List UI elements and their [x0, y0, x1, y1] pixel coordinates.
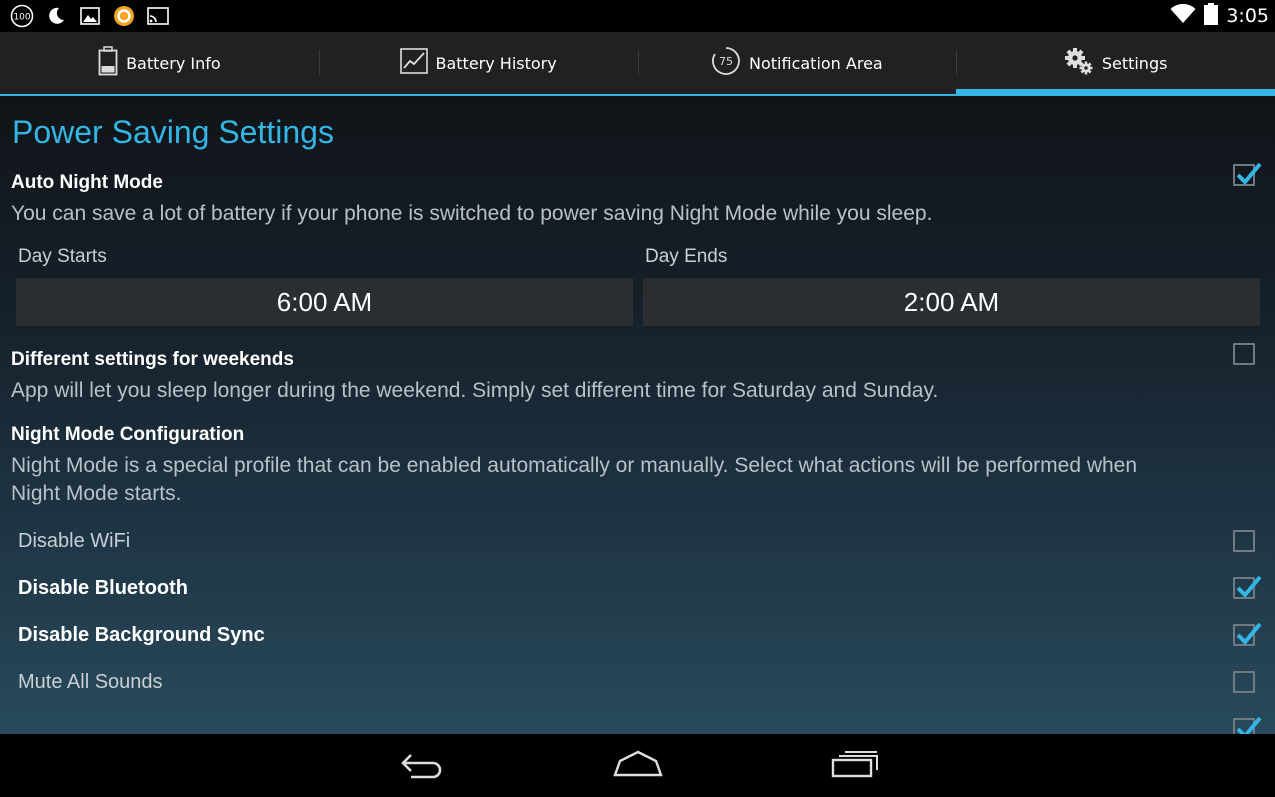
status-bar: 100 3:05 — [0, 0, 1275, 32]
system-icons: 3:05 — [1170, 3, 1269, 29]
recent-apps-button[interactable] — [825, 748, 885, 784]
tab-label: Settings — [1101, 53, 1168, 73]
cast-icon — [146, 4, 170, 28]
back-button[interactable] — [392, 748, 452, 784]
day-starts-label: Day Starts — [18, 246, 107, 267]
action-disable-bluetooth-checkbox[interactable] — [1233, 575, 1262, 599]
back-icon — [397, 749, 447, 783]
day-ends-button[interactable]: 2:00 AM — [643, 278, 1260, 328]
action-disable-sync-checkbox[interactable] — [1233, 622, 1262, 646]
auto-night-mode-summary: You can save a lot of battery if your ph… — [11, 202, 933, 225]
partial-row-checkbox[interactable] — [1233, 716, 1262, 734]
weekends-title: Different settings for weekends — [11, 349, 294, 370]
moon-icon — [44, 4, 68, 28]
gauge-badge-text: 75 — [719, 55, 733, 68]
weekends-summary: App will let you sleep longer during the… — [11, 379, 939, 402]
action-mute-sounds-checkbox[interactable] — [1233, 671, 1255, 693]
section-title: Power Saving Settings — [12, 114, 334, 150]
chart-icon — [399, 48, 428, 78]
clock: 3:05 — [1226, 5, 1269, 27]
tab-battery-history[interactable]: Battery History — [318, 32, 638, 94]
day-starts-button[interactable]: 6:00 AM — [16, 278, 633, 328]
tab-label: Battery Info — [126, 53, 221, 73]
battery-badge-text: 100 — [13, 13, 30, 23]
tab-battery-info[interactable]: Battery Info — [0, 32, 319, 94]
battery-icon — [1204, 3, 1219, 29]
image-icon — [78, 4, 102, 28]
tab-notification-area[interactable]: 75 Notification Area — [637, 32, 957, 94]
tab-label: Battery History — [435, 53, 557, 73]
home-icon — [612, 749, 664, 783]
action-disable-bluetooth-label[interactable]: Disable Bluetooth — [18, 577, 188, 600]
home-button[interactable] — [608, 748, 668, 784]
auto-night-mode-checkbox[interactable] — [1233, 162, 1262, 186]
auto-night-mode-title: Auto Night Mode — [11, 172, 163, 193]
navigation-bar — [0, 734, 1275, 797]
action-mute-sounds-label[interactable]: Mute All Sounds — [18, 671, 163, 694]
settings-scroll-view[interactable]: Power Saving Settings Auto Night Mode Yo… — [0, 96, 1275, 734]
recent-apps-icon — [830, 749, 880, 783]
gauge-75-icon: 75 — [711, 46, 741, 80]
tab-bar: Battery Info Battery History 75 Notifica… — [0, 32, 1275, 96]
notification-icons: 100 — [10, 4, 170, 28]
action-disable-wifi-checkbox[interactable] — [1233, 530, 1255, 552]
action-disable-sync-label[interactable]: Disable Background Sync — [18, 624, 265, 647]
day-ends-label: Day Ends — [645, 246, 728, 267]
night-mode-config-summary: Night Mode is a special profile that can… — [11, 454, 1138, 505]
tab-settings[interactable]: Settings — [956, 32, 1275, 96]
gears-icon — [1064, 46, 1094, 80]
weekends-checkbox[interactable] — [1233, 343, 1255, 365]
action-disable-wifi-label[interactable]: Disable WiFi — [18, 530, 130, 553]
night-mode-config-title: Night Mode Configuration — [11, 424, 245, 445]
wifi-icon — [1170, 3, 1196, 28]
app-ring-icon — [112, 4, 136, 28]
tab-label: Notification Area — [749, 53, 883, 73]
battery-100-icon: 100 — [10, 4, 34, 28]
battery-icon — [98, 46, 118, 80]
